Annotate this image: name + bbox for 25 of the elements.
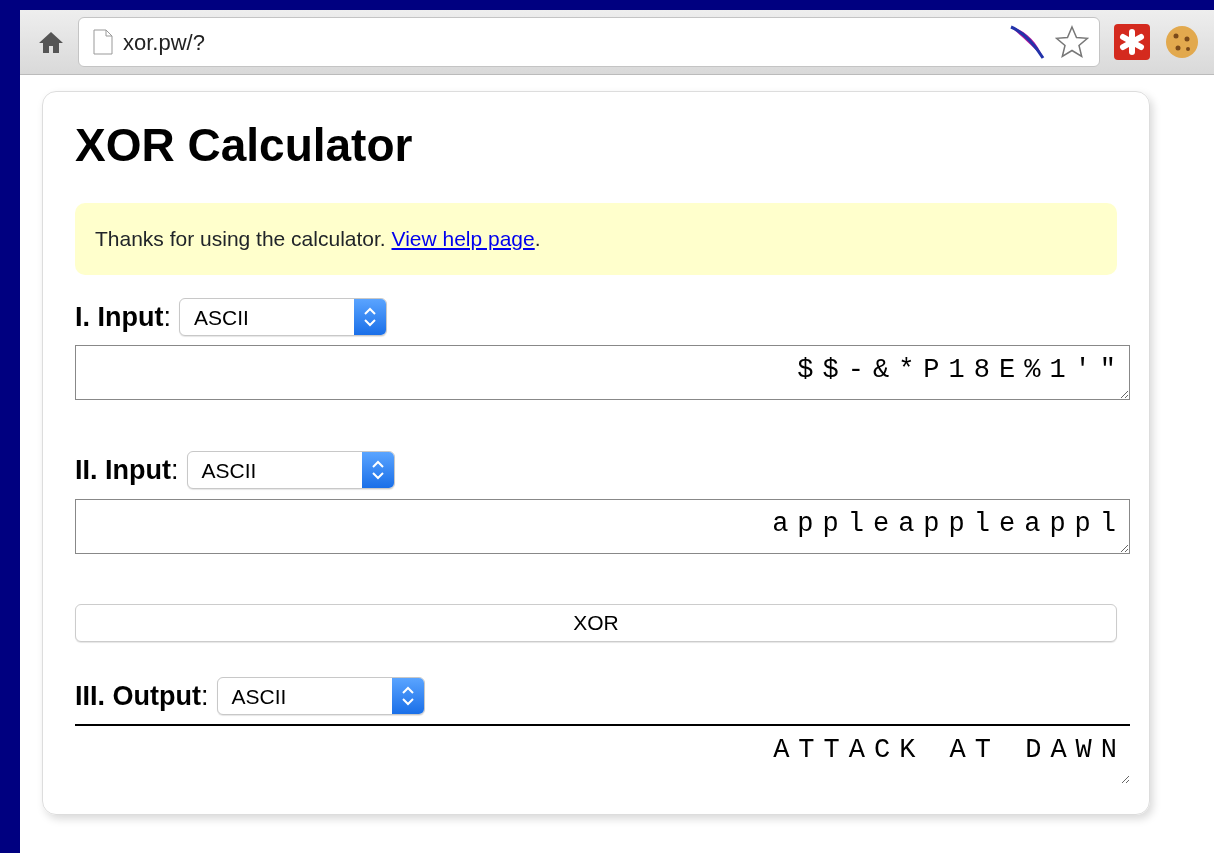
page-title: XOR Calculator <box>75 118 414 173</box>
input-field[interactable]: appleappleappl <box>75 498 1130 554</box>
notice-period: . <box>534 227 541 251</box>
notice-text: Thanks for using the calculator. <box>95 227 387 251</box>
feather-icon[interactable] <box>1009 24 1045 60</box>
cookie-icon[interactable] <box>1164 24 1200 60</box>
format-dropdown[interactable]: ASCII <box>186 451 395 490</box>
home-icon[interactable] <box>38 30 64 54</box>
star-icon[interactable] <box>1055 25 1089 59</box>
asterisk-icon[interactable] <box>1114 24 1150 60</box>
stepper-icon <box>400 684 415 707</box>
field-label: II. Input: <box>75 454 179 488</box>
field-label: I. Input: <box>75 300 171 334</box>
input-field[interactable]: $$-&*P18E%1'" <box>75 345 1130 401</box>
stepper-icon <box>363 305 377 328</box>
xor-button[interactable]: XOR <box>75 603 1117 642</box>
format-dropdown[interactable]: ASCII <box>179 297 387 336</box>
page-icon <box>93 29 113 55</box>
stepper-icon <box>370 459 385 482</box>
address-bar[interactable]: xor.pw/? <box>78 17 1100 67</box>
format-dropdown[interactable]: ASCII <box>216 676 425 715</box>
url-text: xor.pw/? <box>123 25 999 59</box>
output-field[interactable]: ATTACK AT DAWN <box>75 724 1130 785</box>
field-label: III. Output: <box>75 679 209 713</box>
help-link[interactable]: View help page <box>391 227 535 251</box>
